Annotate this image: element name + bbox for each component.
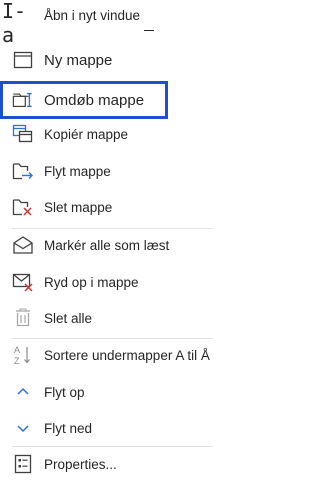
rename-folder-icon: [12, 89, 34, 111]
menu-item-move-down[interactable]: Flyt ned: [0, 413, 221, 443]
text-cursor: [144, 30, 154, 31]
menu-item-label: Ryd op i mappe: [44, 274, 139, 290]
menu-item-clean-up-folder[interactable]: Ryd op i mappe: [0, 267, 221, 297]
menu-separator: [12, 338, 213, 339]
menu-item-label: Flyt ned: [44, 420, 93, 436]
menu-item-label: Slet alle: [44, 310, 93, 326]
menu-item-sort-subfolders[interactable]: A Z Sortere undermapper A til Å: [0, 340, 221, 370]
properties-icon: [12, 453, 34, 475]
chevron-up-icon: [12, 381, 34, 403]
menu-item-label: Markér alle som læst: [44, 237, 170, 253]
menu-item-move-up[interactable]: Flyt op: [0, 377, 221, 407]
chevron-down-icon: [12, 417, 34, 439]
mark-read-icon: [12, 234, 34, 256]
svg-text:A: A: [14, 345, 20, 355]
svg-text:Z: Z: [14, 356, 20, 366]
menu-item-delete-all[interactable]: Slet alle: [0, 303, 221, 333]
menu-separator: [12, 228, 213, 229]
menu-item-rename-folder[interactable]: Omdøb mappe: [0, 81, 168, 119]
copy-folder-icon: [12, 123, 34, 145]
menu-item-label: Flyt mappe: [44, 163, 111, 179]
menu-item-properties[interactable]: Properties...: [0, 449, 221, 479]
menu-item-label: Slet mappe: [44, 199, 113, 215]
folder-context-menu: I-a Åbn i nyt vindue Ny mappe Omdøb mapp…: [0, 0, 221, 483]
menu-item-label: Flyt op: [44, 384, 85, 400]
delete-folder-icon: [12, 196, 34, 218]
menu-item-move-folder[interactable]: Flyt mappe: [0, 156, 221, 186]
delete-all-icon: [12, 307, 34, 329]
menu-separator: [12, 446, 213, 447]
menu-item-label: Properties...: [44, 456, 117, 472]
menu-item-mark-all-read[interactable]: Markér alle som læst: [0, 230, 221, 260]
menu-item-new-folder[interactable]: Ny mappe: [0, 45, 221, 75]
move-folder-icon: [12, 160, 34, 182]
new-folder-icon: [12, 49, 34, 71]
menu-item-label: Ny mappe: [44, 51, 113, 69]
menu-item-copy-folder[interactable]: Kopiér mappe: [0, 119, 221, 149]
menu-item-open-new-window[interactable]: I-a Åbn i nyt vindue: [0, 0, 221, 47]
open-new-window-icon: I-a: [2, 0, 27, 47]
menu-item-label: Sortere undermapper A til Å: [44, 347, 210, 363]
menu-item-label: Omdøb mappe: [44, 91, 145, 109]
clean-up-icon: [12, 271, 34, 293]
menu-item-delete-folder[interactable]: Slet mappe: [0, 192, 221, 222]
sort-az-icon: A Z: [12, 344, 34, 366]
menu-item-label: Åbn i nyt vindue: [44, 8, 141, 23]
menu-item-label: Kopiér mappe: [44, 126, 129, 142]
